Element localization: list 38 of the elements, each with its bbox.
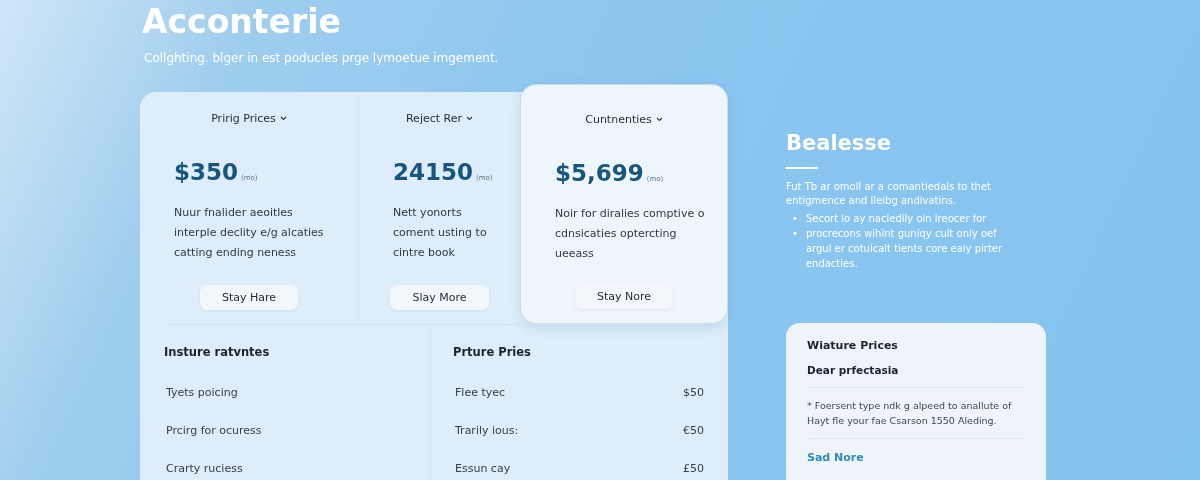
chevron-down-icon — [466, 116, 473, 121]
card-subtitle: Dear prfectasia — [807, 364, 1024, 388]
card-note: * Foersent type ndk g alpeed to anallute of Hayt fle your fae Csarson 1550 Aleding. — [807, 388, 1024, 439]
section-title: Bealesse — [786, 130, 893, 156]
plan-description: Noir for diralies comptive o cdnsicaties optercting ueeass — [555, 206, 706, 262]
bullet-item: Secort lo ay nacledily oin lreocer for — [805, 212, 987, 226]
plan-description: Nuur fnalider aeoitles interple declity e/g alcaties catting ending neness — [174, 205, 325, 261]
card-title: Wiature Prices — [807, 339, 899, 352]
page-title: Acconterie — [142, 2, 342, 42]
bullet-marker: • — [792, 212, 798, 226]
table-cell: Crarty ruciess — [166, 462, 243, 475]
page-subtitle: Collghting. blger in est poducles prge lymoetue imgement. — [144, 50, 500, 66]
plan-price: $350 — [174, 159, 238, 185]
section-paragraph: Fut Tb ar omoll ar a comantiedals to thet entigmence and lleibg andivatins. — [786, 180, 992, 208]
table-cell: Tyets poicing — [166, 386, 238, 399]
chevron-down-icon — [655, 117, 663, 122]
table-cell: Flee tyec — [455, 386, 506, 399]
plan-name: Reject Rer — [405, 112, 462, 125]
plan-price: $5,699 — [555, 160, 644, 186]
chevron-down-icon — [279, 116, 287, 121]
plan-button[interactable]: Slay More — [390, 285, 489, 310]
price-cell: £50 — [683, 462, 704, 475]
price-cell: €50 — [683, 424, 704, 437]
plan-button[interactable]: Stay Hare — [199, 285, 299, 310]
table-heading: Prture Pries — [453, 345, 706, 374]
table-cell: Prcirg for ocuress — [166, 424, 262, 437]
plan-name: Cuntnenties — [585, 113, 652, 126]
title-underline — [786, 167, 818, 169]
plan-button[interactable]: Stay Nore — [574, 284, 674, 309]
table-cell: Trarily ious: — [455, 424, 519, 437]
plan-price: 24150 — [393, 159, 474, 185]
table-cell: Essun cay — [455, 462, 511, 475]
plan-description: Nett yonorts coment usting to cintre book — [393, 205, 488, 261]
table-heading: Insture ratvntes — [164, 345, 430, 374]
price-cell: $50 — [683, 386, 704, 399]
bullet-marker: • — [792, 227, 798, 241]
bullet-item: procrecons wihint guniqy cult only oef argul er cotuicalt tients core eaiy pirter endacties. — [805, 227, 1004, 271]
plan-name: Pririg Prices — [211, 112, 276, 125]
